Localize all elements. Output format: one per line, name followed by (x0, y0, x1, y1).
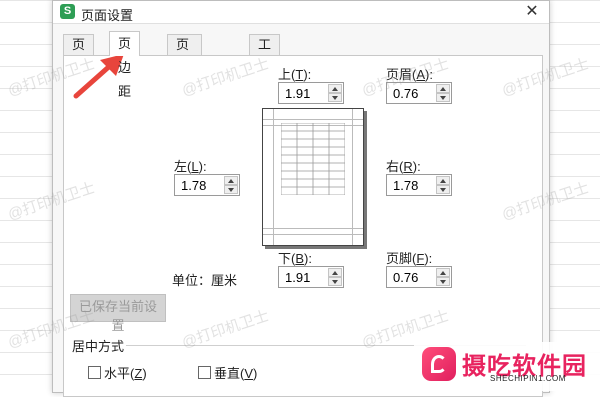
title-bar: S 页面设置 ✕ (53, 1, 549, 24)
top-margin-label: 上(T): (278, 67, 312, 82)
close-icon[interactable]: ✕ (521, 1, 543, 23)
spin-up-icon[interactable] (436, 268, 450, 277)
bottom-margin-label: 下(B): (278, 251, 312, 266)
unit-label: 单位：厘米 (172, 273, 238, 288)
spin-down-icon[interactable] (328, 277, 342, 286)
save-settings-button[interactable]: 已保存当前设置 (70, 294, 166, 333)
spin-down-icon[interactable] (436, 277, 450, 286)
header-margin-label: 页眉(A): (386, 67, 433, 82)
right-margin-guide (352, 109, 353, 245)
spin-up-icon[interactable] (328, 268, 342, 277)
wps-sheet-app-icon: S (60, 4, 75, 19)
left-margin-label: 左(L): (174, 159, 207, 174)
centering-section-title: 居中方式 (72, 339, 125, 354)
center-horizontal-label: 水平(Z) (104, 366, 147, 381)
brand-logo-icon (422, 347, 456, 381)
spin-down-icon[interactable] (436, 185, 450, 194)
spin-up-icon[interactable] (224, 176, 238, 185)
center-vertical-label: 垂直(V) (214, 366, 258, 381)
left-margin-guide (273, 109, 274, 245)
spin-down-icon[interactable] (436, 93, 450, 102)
spin-up-icon[interactable] (436, 84, 450, 93)
left-margin-spinner[interactable] (174, 174, 240, 196)
spin-down-icon[interactable] (224, 185, 238, 194)
tab-sheet[interactable]: 工作表 (249, 34, 281, 92)
bottom-margin-input[interactable] (279, 267, 327, 287)
footer-margin-input[interactable] (387, 267, 435, 287)
right-margin-spinner[interactable] (386, 174, 452, 196)
preview-grid (281, 123, 345, 195)
spin-down-icon[interactable] (328, 93, 342, 102)
page-preview (262, 108, 364, 246)
header-guide (263, 119, 363, 120)
center-vertical-checkbox[interactable] (198, 366, 211, 379)
tab-margins[interactable]: 页边距 (109, 31, 141, 99)
footer-guide (263, 234, 363, 235)
header-margin-input[interactable] (387, 83, 435, 103)
header-margin-spinner[interactable] (386, 82, 452, 104)
spreadsheet-column (548, 0, 600, 391)
footer-margin-label: 页脚(F): (386, 251, 433, 266)
spin-up-icon[interactable] (328, 84, 342, 93)
left-margin-input[interactable] (175, 175, 223, 195)
top-margin-spinner[interactable] (278, 82, 344, 104)
bottom-margin-guide (263, 228, 363, 229)
spin-up-icon[interactable] (436, 176, 450, 185)
top-margin-input[interactable] (279, 83, 327, 103)
brand-url: SHECHIPIN1.COM (490, 374, 566, 383)
dialog-title: 页面设置 (81, 8, 134, 23)
page-setup-dialog: S 页面设置 ✕ 页面 页边距 页眉/页脚 工作表 上(T): 页眉(A): 左… (52, 0, 550, 397)
brand-watermark: 摄吃软件园 SHECHIPIN1.COM (414, 342, 600, 391)
tab-header-footer[interactable]: 页眉/页脚 (167, 34, 202, 112)
center-horizontal-checkbox[interactable] (88, 366, 101, 379)
right-margin-label: 右(R): (386, 159, 421, 174)
bottom-margin-spinner[interactable] (278, 266, 344, 288)
footer-margin-spinner[interactable] (386, 266, 452, 288)
right-margin-input[interactable] (387, 175, 435, 195)
